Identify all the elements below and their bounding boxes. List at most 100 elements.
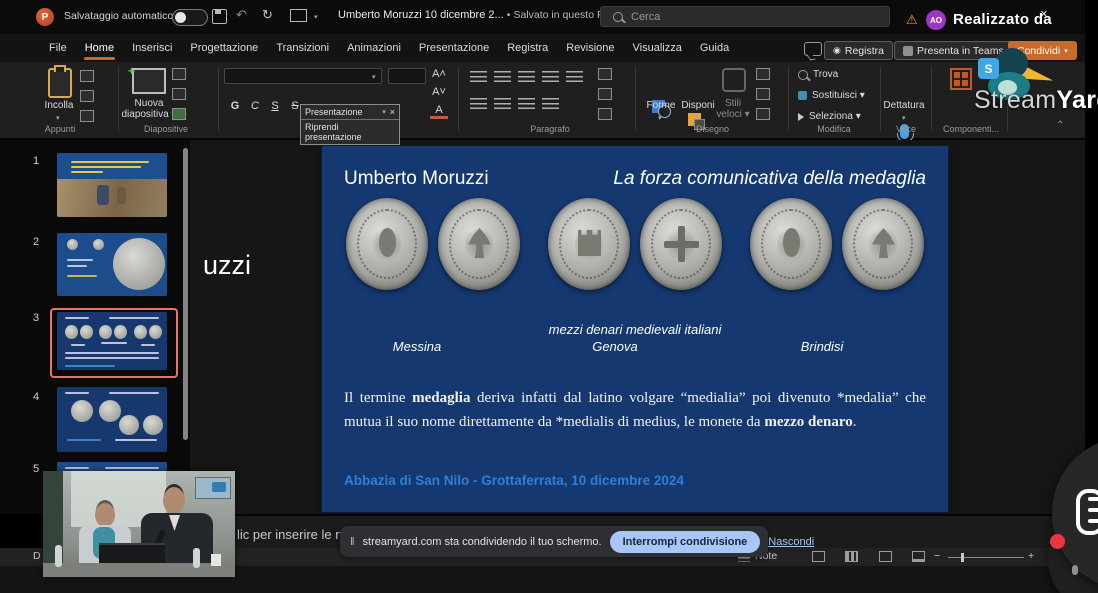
- cut-icon[interactable]: [80, 70, 94, 82]
- undo-icon[interactable]: ↶: [236, 8, 247, 21]
- tab-visualizza[interactable]: Visualizza: [624, 36, 691, 60]
- copy-icon[interactable]: [80, 90, 94, 102]
- tab-file[interactable]: File: [40, 36, 76, 60]
- dettatura-caret-icon[interactable]: ▾: [902, 114, 906, 122]
- trova-button[interactable]: Trova: [798, 69, 838, 80]
- save-status[interactable]: Salvato in questo PC: [513, 9, 611, 21]
- slideshow-view-icon[interactable]: [912, 551, 925, 562]
- slide-thumbnail-1[interactable]: [57, 153, 167, 217]
- underline-button[interactable]: S: [266, 100, 284, 112]
- text-direction-icon[interactable]: [598, 68, 612, 80]
- incolla-caret-icon[interactable]: ▾: [56, 114, 60, 122]
- format-painter-icon[interactable]: [80, 110, 94, 122]
- tab-guida[interactable]: Guida: [691, 36, 738, 60]
- dettatura-button[interactable]: Dettatura: [878, 100, 930, 111]
- align-center-button[interactable]: [494, 98, 511, 110]
- slide-thumbnail-2[interactable]: [57, 233, 167, 296]
- tab-animazioni[interactable]: Animazioni: [338, 36, 410, 60]
- floating-toolbar-header[interactable]: Presentazione ▾ ×: [301, 105, 399, 120]
- thumb3-coin: [99, 325, 112, 339]
- made-with-close-icon[interactable]: ×: [1040, 6, 1048, 21]
- sostituisci-button[interactable]: Sostituisci ▾: [798, 90, 865, 101]
- font-size-select[interactable]: [388, 68, 426, 84]
- slide-layout-icon[interactable]: [172, 68, 186, 80]
- slide-title: La forza comunicativa della medaglia: [613, 168, 926, 190]
- search-input[interactable]: Cerca: [600, 6, 890, 27]
- font-name-select[interactable]: [224, 68, 382, 84]
- normal-view-icon[interactable]: [812, 551, 825, 562]
- floating-caret-icon[interactable]: ▾: [382, 108, 386, 116]
- numbering-button[interactable]: [494, 71, 511, 83]
- align-right-button[interactable]: [518, 98, 535, 110]
- increase-indent-button[interactable]: [542, 71, 559, 83]
- hide-share-bar-link[interactable]: Nascondi: [768, 536, 814, 548]
- tab-inserisci[interactable]: Inserisci: [123, 36, 181, 60]
- section-icon[interactable]: [172, 108, 186, 120]
- titlebar: P Salvataggio automatico ↶ ↻ ▾ Umberto M…: [0, 0, 1085, 34]
- slideshow-icon[interactable]: [290, 9, 307, 22]
- shape-fill-icon[interactable]: [756, 68, 770, 80]
- slide-thumbnail-4[interactable]: [57, 387, 167, 452]
- reset-slide-icon[interactable]: [172, 88, 186, 100]
- muted-mic-icon[interactable]: [1072, 565, 1078, 575]
- grow-font-button[interactable]: A˄: [430, 68, 448, 80]
- align-left-button[interactable]: [470, 98, 487, 110]
- zoom-in-button[interactable]: +: [1028, 550, 1034, 562]
- registra-button[interactable]: ◉ Registra: [824, 41, 893, 60]
- collapse-ribbon-icon[interactable]: ⌃: [1056, 120, 1064, 131]
- reading-view-icon[interactable]: [879, 551, 892, 562]
- justify-button[interactable]: [542, 98, 559, 110]
- seleziona-button[interactable]: Seleziona ▾: [798, 111, 861, 122]
- select-cursor-icon: [798, 113, 804, 121]
- shape-effects-icon[interactable]: [756, 108, 770, 120]
- shrink-font-button[interactable]: A˅: [430, 86, 448, 98]
- save-icon[interactable]: [212, 9, 227, 24]
- slide-thumbnail-3[interactable]: [57, 312, 167, 370]
- bullets-button[interactable]: [470, 71, 487, 83]
- stop-sharing-button[interactable]: Interrompi condivisione: [610, 531, 761, 553]
- zoom-slider-knob[interactable]: [961, 553, 964, 562]
- made-with-label: Realizzato da: [953, 11, 1052, 28]
- floating-close-icon[interactable]: ×: [390, 107, 395, 117]
- skype-badge: S: [978, 58, 999, 79]
- shape-outline-icon[interactable]: [756, 88, 770, 100]
- decrease-indent-button[interactable]: [518, 71, 535, 83]
- tab-progettazione[interactable]: Progettazione: [181, 36, 267, 60]
- powerpoint-app-icon[interactable]: P: [36, 8, 54, 26]
- zoom-out-button[interactable]: −: [934, 550, 940, 562]
- incolla-button[interactable]: Incolla: [36, 100, 82, 111]
- addins-icon[interactable]: [950, 68, 972, 90]
- stili-veloci-button[interactable]: Stiliveloci ▾: [708, 98, 758, 120]
- ppt-warning-icon[interactable]: ⚠: [906, 12, 918, 28]
- italic-button[interactable]: C: [246, 100, 264, 112]
- water-bottle: [193, 548, 200, 568]
- autosave-toggle[interactable]: [172, 9, 208, 26]
- screen: P Salvataggio automatico ↶ ↻ ▾ Umberto M…: [0, 0, 1098, 593]
- slide-sorter-view-icon[interactable]: [845, 551, 858, 562]
- tab-revisione[interactable]: Revisione: [557, 36, 623, 60]
- forme-caret-icon[interactable]: ▾: [658, 114, 662, 122]
- paste-icon[interactable]: [48, 68, 72, 98]
- riprendi-presentazione-button[interactable]: Riprendi presentazione: [301, 120, 399, 144]
- pause-sharing-icon[interactable]: ‖: [350, 536, 355, 548]
- line-spacing-button[interactable]: [566, 71, 583, 83]
- quick-access-caret-icon[interactable]: ▾: [314, 13, 318, 21]
- thumbnail-scrollbar[interactable]: [183, 148, 188, 440]
- convert-smartart-icon[interactable]: [598, 108, 612, 120]
- new-slide-icon[interactable]: [132, 68, 166, 94]
- slide-editor[interactable]: Umberto Moruzzi La forza comunicativa de…: [322, 146, 948, 512]
- comments-icon[interactable]: [804, 42, 822, 56]
- disponi-caret-icon[interactable]: ▾: [695, 114, 699, 122]
- bold-button[interactable]: G: [226, 100, 244, 112]
- zoom-slider-track[interactable]: [948, 557, 1024, 558]
- tab-home[interactable]: Home: [76, 36, 123, 60]
- thumb3-coin: [65, 325, 78, 339]
- align-text-icon[interactable]: [598, 88, 612, 100]
- tab-transizioni[interactable]: Transizioni: [267, 36, 338, 60]
- thumb3-coin: [80, 325, 93, 339]
- tab-registra[interactable]: Registra: [498, 36, 557, 60]
- thumbnail-number: 3: [33, 312, 39, 324]
- tab-presentazione[interactable]: Presentazione: [410, 36, 498, 60]
- redo-icon[interactable]: ↻: [262, 8, 273, 21]
- font-color-button[interactable]: A: [430, 104, 448, 119]
